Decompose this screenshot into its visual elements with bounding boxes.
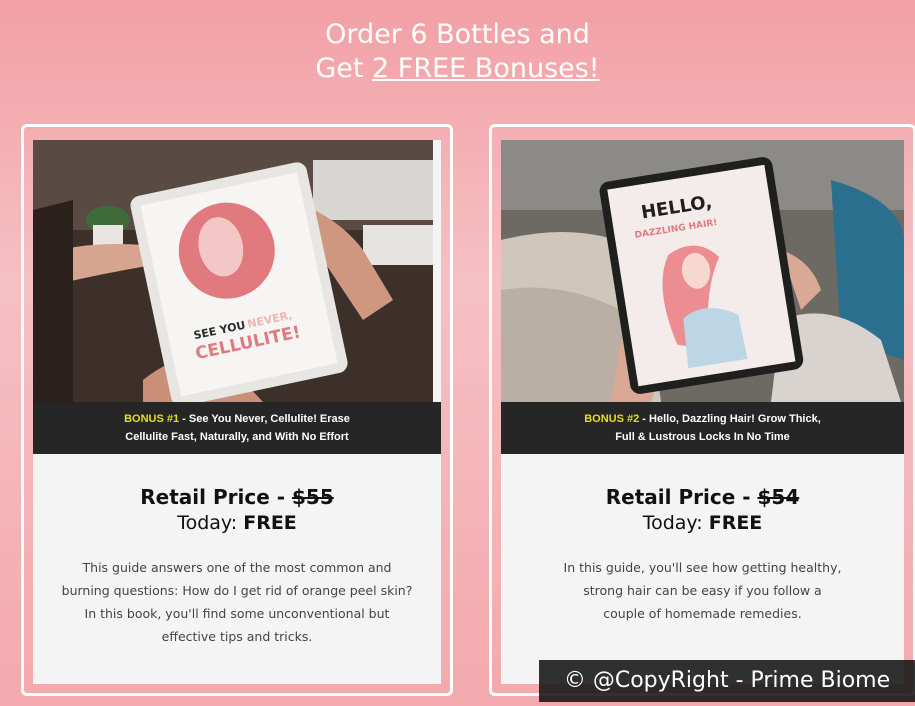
today-label: Today: [177,512,244,534]
headline-line-2: Get 2 FREE Bonuses! [0,52,915,86]
today-label: Today: [642,512,709,534]
bonus-1-caption: BONUS #1 - See You Never, Cellulite! Era… [33,402,441,454]
copyright-watermark: © @CopyRight - Prime Biome [539,660,915,702]
bonus-1-caption-line-2: Cellulite Fast, Naturally, and With No E… [125,431,349,443]
bonus-1-caption-line-1: - See You Never, Cellulite! Erase [179,413,350,425]
retail-label: Retail Price - [605,485,758,509]
bonus-2-caption-line-1: - Hello, Dazzling Hair! Grow Thick, [639,413,821,425]
bonus-2-photo: HELLO, DAZZLING HAIR! [501,140,904,402]
bonus-1-photo: SEE YOU NEVER, CELLULITE! [33,140,441,402]
retail-value: $54 [757,485,800,509]
bonus-2-retail-price: Retail Price - $54 [501,484,904,510]
free-bonuses-link[interactable]: 2 FREE Bonuses! [372,53,600,84]
today-value: FREE [243,512,297,534]
headline-prefix: Get [315,53,373,84]
today-value: FREE [708,512,763,534]
bonus-2-caption: BONUS #2 - Hello, Dazzling Hair! Grow Th… [501,402,904,454]
bonus-card-2-body: HELLO, DAZZLING HAIR! BONUS #2 - Hello, … [501,140,904,684]
bonus-1-today-price: Today: FREE [33,512,441,534]
bonus-2-today-price: Today: FREE [501,512,904,534]
retail-value: $55 [291,485,334,509]
bonus-card-2: HELLO, DAZZLING HAIR! BONUS #2 - Hello, … [489,124,915,696]
bonus-2-caption-line-2: Full & Lustrous Locks In No Time [615,431,790,443]
headline-line-1: Order 6 Bottles and [325,19,590,50]
bonus-2-tag: BONUS #2 [584,413,640,425]
bonus-1-description: This guide answers one of the most commo… [61,560,413,644]
bonus-1-retail-price: Retail Price - $55 [33,484,441,510]
offer-headline: Order 6 Bottles and Get 2 FREE Bonuses! [0,18,915,86]
retail-label: Retail Price - [140,485,292,509]
bonus-2-description: In this guide, you'll see how getting he… [563,560,842,621]
bonus-card-1-body: SEE YOU NEVER, CELLULITE! BONUS #1 - See… [33,140,441,684]
bonus-card-1: SEE YOU NEVER, CELLULITE! BONUS #1 - See… [21,124,453,696]
bonus-1-tag: BONUS #1 [124,413,180,425]
